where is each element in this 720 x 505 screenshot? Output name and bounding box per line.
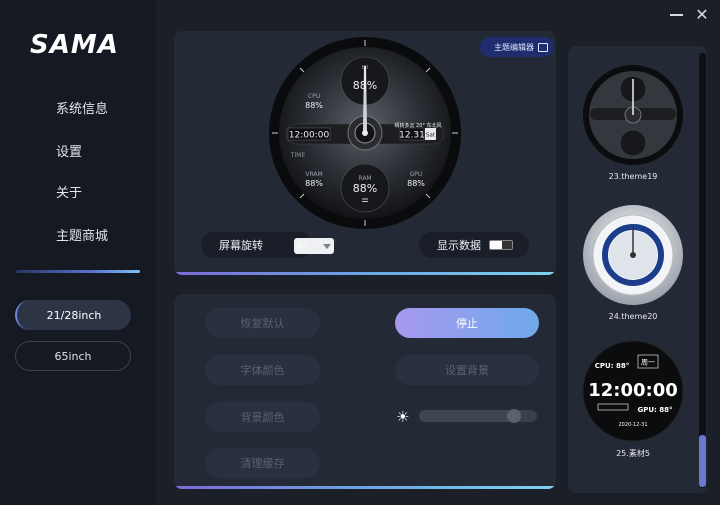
theme-thumbnail	[583, 205, 683, 305]
nav-settings[interactable]: 设置	[56, 141, 82, 160]
theme-list-scrollbar[interactable]	[699, 53, 706, 488]
show-data-control: 显示数据	[419, 232, 529, 258]
ram-value: 88%	[353, 182, 377, 195]
font-color-button[interactable]: 字体颜色	[205, 355, 320, 385]
brightness-icon: ☀	[396, 408, 410, 426]
show-data-toggle[interactable]	[489, 240, 513, 250]
vram-label: VRAM	[305, 171, 322, 178]
theme-editor-button[interactable]: 主题编辑器	[480, 37, 554, 57]
theme-time-text: 12:00:00	[588, 380, 678, 401]
clear-cache-button[interactable]: 清理缓存	[205, 448, 320, 478]
theme-list-scroll-thumb[interactable]	[699, 435, 706, 487]
nav-system-info[interactable]: 系统信息	[56, 98, 108, 117]
size-65-button[interactable]: 65inch	[15, 341, 131, 371]
chevron-down-icon	[323, 243, 331, 249]
brightness-thumb[interactable]	[507, 409, 521, 423]
gpu-value: 88%	[407, 179, 425, 188]
close-button[interactable]: ✕	[690, 4, 714, 24]
set-background-button[interactable]: 设置背景	[395, 355, 539, 385]
theme-thumbnail	[583, 65, 683, 165]
app-logo: SAMA	[30, 30, 119, 60]
background-color-button[interactable]: 背景颜色	[205, 402, 320, 432]
time-value: 12:00:00	[289, 131, 330, 141]
show-data-label: 显示数据	[437, 239, 481, 252]
theme-name: 24.theme20	[608, 312, 658, 321]
minimize-button[interactable]	[664, 4, 688, 24]
gauge-preview: 80 88% CPU 88% 晴转多云 20° 东北风 12:00:00 TIM…	[269, 37, 461, 229]
theme-thumbnail: CPU: 88° 周一 12:00:00 GPU: 88° 2020-12-31	[582, 340, 684, 442]
rotation-select[interactable]: 0°	[294, 238, 334, 254]
theme-gpu-text: GPU: 88°	[637, 406, 672, 414]
toggle-knob	[502, 241, 512, 249]
theme-item[interactable]: CPU: 88° 周一 12:00:00 GPU: 88° 2020-12-31…	[582, 340, 684, 459]
size-21-28-button[interactable]: 21/28inch	[15, 300, 131, 330]
date-value: 12.31	[399, 131, 425, 141]
screen-rotation-control: 屏幕旋转 0°	[201, 232, 334, 258]
theme-editor-label: 主题编辑器	[494, 42, 534, 52]
time-label: TIME	[290, 152, 306, 159]
theme-name: 25.素材5	[616, 449, 650, 458]
external-window-icon	[538, 42, 548, 52]
theme-date-text: 2020-12-31	[618, 422, 647, 428]
gpu-label: GPU	[410, 171, 423, 178]
cpu-label: CPU	[308, 93, 320, 100]
restore-default-button[interactable]: 恢复默认	[205, 308, 320, 338]
theme-item[interactable]: 24.theme20	[582, 204, 684, 321]
ram-label: RAM	[358, 175, 371, 182]
nav-theme-store[interactable]: 主题商城	[56, 225, 108, 244]
theme-item[interactable]: 23.theme19	[582, 64, 684, 181]
minimize-icon	[669, 14, 683, 16]
screen-rotation-label: 屏幕旋转	[219, 239, 263, 252]
preview-accent-bar	[174, 272, 556, 275]
close-icon: ✕	[695, 4, 709, 24]
control-panel: 恢复默认 停止 字体颜色 设置背景 背景颜色 ☀ 清理缓存	[174, 294, 556, 489]
sidebar-divider	[16, 270, 140, 273]
brightness-fill	[419, 410, 514, 422]
stop-button[interactable]: 停止	[395, 308, 539, 338]
rotation-value: 0°	[297, 241, 308, 251]
sidebar: SAMA 系统信息 设置 关于 主题商城 21/28inch 65inch	[0, 0, 156, 505]
brightness-slider[interactable]	[419, 409, 537, 423]
preview-panel: 主题编辑器 80 88% CPU 88% 晴转多云 20° 东北风 1	[174, 31, 556, 275]
control-accent-bar	[174, 486, 556, 489]
nav-about[interactable]: 关于	[56, 182, 82, 201]
day-value: Sat	[426, 133, 436, 139]
theme-list: 23.theme19 24.theme20 CPU: 88° 周一 12:00:…	[568, 46, 707, 493]
vram-value: 88%	[305, 179, 323, 188]
cpu-value: 88%	[305, 101, 323, 110]
theme-cpu-text: CPU: 88°	[595, 362, 629, 370]
theme-day-text: 周一	[641, 359, 655, 367]
theme-name: 23.theme19	[608, 172, 658, 181]
